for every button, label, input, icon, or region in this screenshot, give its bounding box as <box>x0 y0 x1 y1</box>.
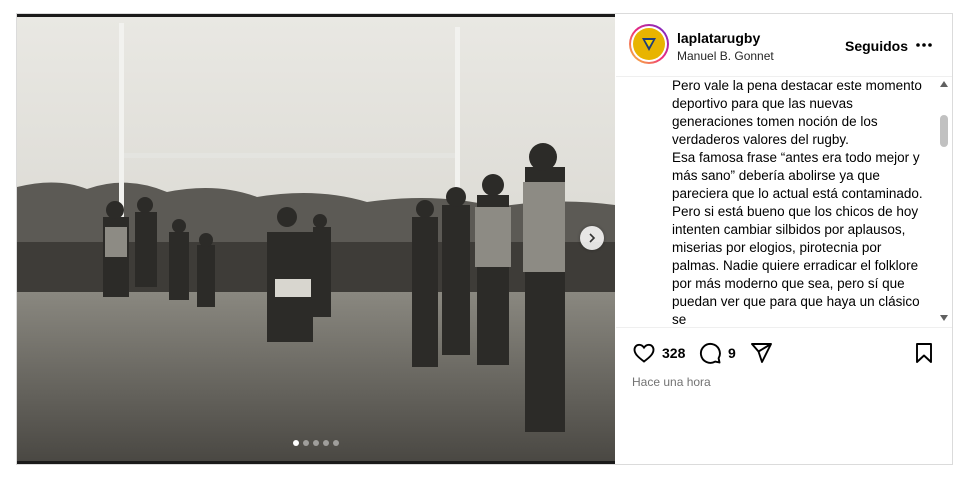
like-button[interactable]: 328 <box>632 340 685 366</box>
more-options-icon[interactable] <box>915 38 933 52</box>
post-timestamp[interactable]: Hace una hora <box>632 375 711 389</box>
caption-paragraph: Pero vale la pena destacar este momento … <box>672 78 922 147</box>
caption-paragraph: Esa famosa frase “antes era todo mejor y… <box>672 150 923 327</box>
caption-text: Pero vale la pena destacar este momento … <box>672 77 928 327</box>
caption-scroll-area[interactable]: Pero vale la pena destacar este momento … <box>616 77 952 328</box>
share-button[interactable] <box>749 340 773 366</box>
rugby-photo[interactable] <box>17 17 615 461</box>
carousel-indicators <box>17 440 615 446</box>
following-button[interactable]: Seguidos <box>845 38 908 54</box>
heart-icon <box>633 343 655 363</box>
post-sidebar: laplatarugby Manuel B. Gonnet Seguidos P… <box>616 14 952 464</box>
carousel-dot <box>293 440 299 446</box>
comment-button[interactable]: 9 <box>698 340 736 366</box>
scroll-up-arrow-icon[interactable] <box>940 81 948 87</box>
like-count: 328 <box>662 345 686 361</box>
scrollbar-thumb[interactable] <box>940 115 948 147</box>
scroll-down-arrow-icon[interactable] <box>940 315 948 321</box>
carousel-dot <box>313 440 319 446</box>
post-actions: 328 9 <box>616 340 952 370</box>
post-media <box>17 14 615 464</box>
post-header: laplatarugby Manuel B. Gonnet Seguidos <box>616 14 952 77</box>
caption-scrollbar[interactable] <box>937 77 951 327</box>
carousel-dot <box>303 440 309 446</box>
avatar[interactable] <box>629 24 669 64</box>
save-button[interactable] <box>912 340 936 366</box>
instagram-post: laplatarugby Manuel B. Gonnet Seguidos P… <box>16 13 953 465</box>
comment-icon <box>699 342 721 364</box>
carousel-dot <box>323 440 329 446</box>
next-slide-button[interactable] <box>580 226 604 250</box>
share-icon <box>751 343 772 363</box>
username[interactable]: laplatarugby <box>677 30 760 46</box>
carousel-dot <box>333 440 339 446</box>
comment-count: 9 <box>728 345 736 361</box>
chevron-right-icon <box>589 233 596 243</box>
location[interactable]: Manuel B. Gonnet <box>677 49 774 63</box>
bookmark-icon <box>916 343 932 363</box>
team-logo <box>633 28 665 60</box>
